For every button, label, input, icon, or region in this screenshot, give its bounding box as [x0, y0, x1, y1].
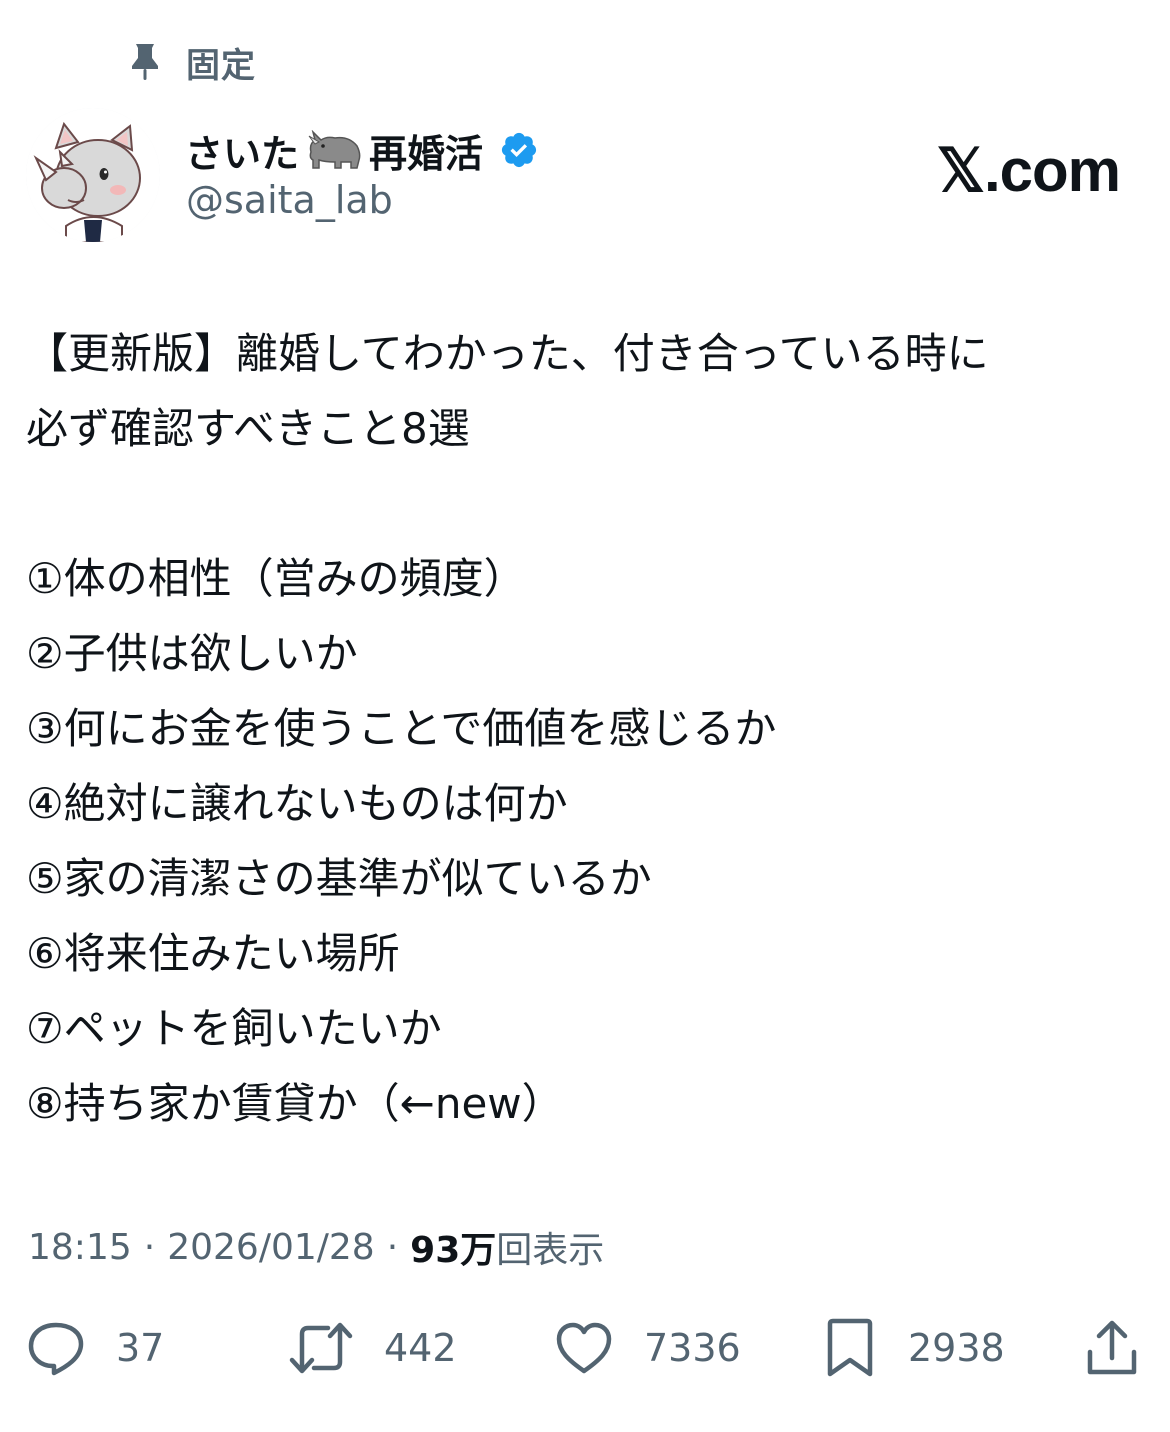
verified-badge-icon — [501, 132, 537, 168]
share-button[interactable] — [1084, 1318, 1140, 1378]
like-button[interactable]: 7336 — [554, 1318, 741, 1378]
tweet-line: ⑧持ち家か賃貸か（←new） — [26, 1079, 564, 1128]
tweet-line: ⑥将来住みたい場所 — [26, 929, 400, 978]
tweet-line: ⑦ペットを飼いたいか — [26, 1004, 442, 1053]
author-name-row[interactable]: さいた 🦏 再婚活 — [185, 122, 539, 178]
share-icon — [1087, 1320, 1137, 1375]
tweet-line: ⑤家の清潔さの基準が似ているか — [26, 854, 652, 903]
reply-button[interactable]: 37 — [26, 1318, 164, 1378]
rhino-avatar-icon — [26, 108, 160, 242]
pinned-label: 固定 — [186, 45, 256, 86]
reply-icon — [28, 1322, 84, 1376]
tweet-line: ①体の相性（営みの頻度） — [26, 554, 526, 603]
rhino-emoji-icon — [308, 130, 361, 169]
meta-separator: · — [386, 1226, 399, 1268]
tweet-meta: 18:15 · 2026/01/28 · 93万 回表示 — [28, 1218, 604, 1276]
tweet-date[interactable]: 2026/01/28 — [167, 1227, 375, 1268]
retweet-button[interactable]: 442 — [288, 1318, 457, 1378]
tweet-time[interactable]: 18:15 — [28, 1227, 132, 1268]
retweet-icon — [289, 1322, 353, 1374]
display-name-suffix[interactable]: 再婚活 — [369, 123, 483, 178]
retweet-count: 442 — [384, 1326, 457, 1370]
bookmark-icon — [827, 1318, 873, 1377]
tweet-text: 【更新版】離婚してわかった、付き合っている時に 必ず確認すべきこと8選 ①体の相… — [26, 316, 1136, 1141]
views-count[interactable]: 93万 — [410, 1221, 496, 1273]
views-label[interactable]: 回表示 — [496, 1221, 604, 1273]
tweet-line: ②子供は欲しいか — [26, 629, 358, 678]
bookmark-button[interactable]: 2938 — [822, 1318, 1005, 1378]
like-count: 7336 — [644, 1326, 741, 1370]
avatar[interactable] — [26, 108, 160, 242]
x-com-logo: 𝕏.com — [936, 137, 1121, 204]
meta-separator: · — [143, 1226, 156, 1268]
tweet-line: ③何にお金を使うことで価値を感じるか — [26, 704, 777, 753]
x-com-logo-text: 𝕏.com — [936, 137, 1121, 204]
pin-icon — [132, 44, 158, 80]
tweet-line: 必ず確認すべきこと8選 — [26, 404, 470, 453]
heart-icon — [556, 1322, 612, 1374]
tweet-line: 【更新版】離婚してわかった、付き合っている時に — [26, 329, 989, 378]
pinned-indicator: 固定 — [128, 38, 256, 86]
reply-count: 37 — [116, 1326, 165, 1370]
tweet-line: ④絶対に譲れないものは何か — [26, 779, 568, 828]
author-handle[interactable]: @saita_lab — [186, 178, 393, 222]
bookmark-count: 2938 — [908, 1326, 1005, 1370]
display-name[interactable]: さいた — [185, 123, 299, 178]
